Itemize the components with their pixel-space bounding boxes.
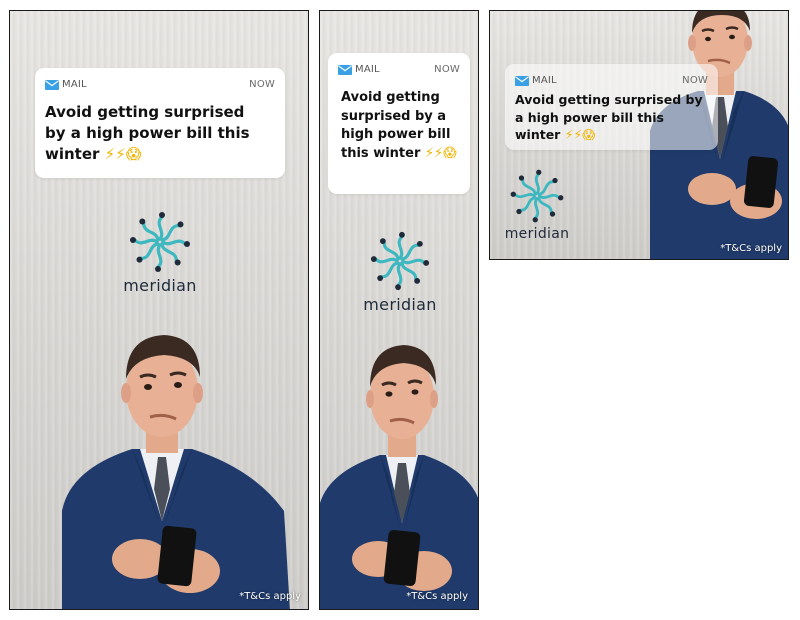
meridian-logo: meridian xyxy=(350,229,450,314)
notification-emoji: ⚡⚡😱 xyxy=(104,145,142,163)
mail-icon xyxy=(338,65,352,75)
banner-ad-160x600[interactable]: MAIL NOW Avoid getting surprised by a hi… xyxy=(319,10,479,610)
notification-emoji: ⚡⚡😱 xyxy=(424,145,457,161)
mail-notification: MAIL NOW Avoid getting surprised by a hi… xyxy=(35,68,285,178)
notification-time-label: NOW xyxy=(682,75,708,86)
notification-app-label: MAIL xyxy=(532,75,557,86)
banner-ad-300x600[interactable]: MAIL NOW Avoid getting surprised by a hi… xyxy=(9,10,309,610)
notification-emoji: ⚡⚡😱 xyxy=(564,127,596,142)
meridian-logo-icon xyxy=(510,169,564,223)
notification-app-label: MAIL xyxy=(355,64,380,75)
notification-message: Avoid getting surprised by a high power … xyxy=(45,103,250,163)
meridian-logo-icon xyxy=(130,212,190,272)
notification-message: Avoid getting surprised by a high power … xyxy=(515,92,703,142)
banner-ad-300x250[interactable]: MAIL NOW Avoid getting surprised by a hi… xyxy=(489,10,789,260)
meridian-logo-icon xyxy=(370,231,430,291)
meridian-logo: meridian xyxy=(498,167,576,242)
terms-disclaimer: *T&Cs apply xyxy=(720,243,782,254)
logo-wordmark: meridian xyxy=(504,226,570,242)
mail-icon xyxy=(515,76,529,86)
terms-disclaimer: *T&Cs apply xyxy=(239,591,301,602)
terms-disclaimer: *T&Cs apply xyxy=(406,591,468,602)
logo-wordmark: meridian xyxy=(363,295,437,314)
man-with-phone-photo xyxy=(320,345,478,609)
man-with-phone-photo xyxy=(62,335,290,609)
mail-icon xyxy=(45,80,59,90)
logo-wordmark: meridian xyxy=(123,276,197,295)
meridian-logo: meridian xyxy=(110,209,210,295)
notification-app-label: MAIL xyxy=(62,79,87,90)
notification-time-label: NOW xyxy=(249,79,275,90)
notification-time-label: NOW xyxy=(434,64,460,75)
mail-notification: MAIL NOW Avoid getting surprised by a hi… xyxy=(505,64,718,150)
mail-notification: MAIL NOW Avoid getting surprised by a hi… xyxy=(328,53,470,194)
